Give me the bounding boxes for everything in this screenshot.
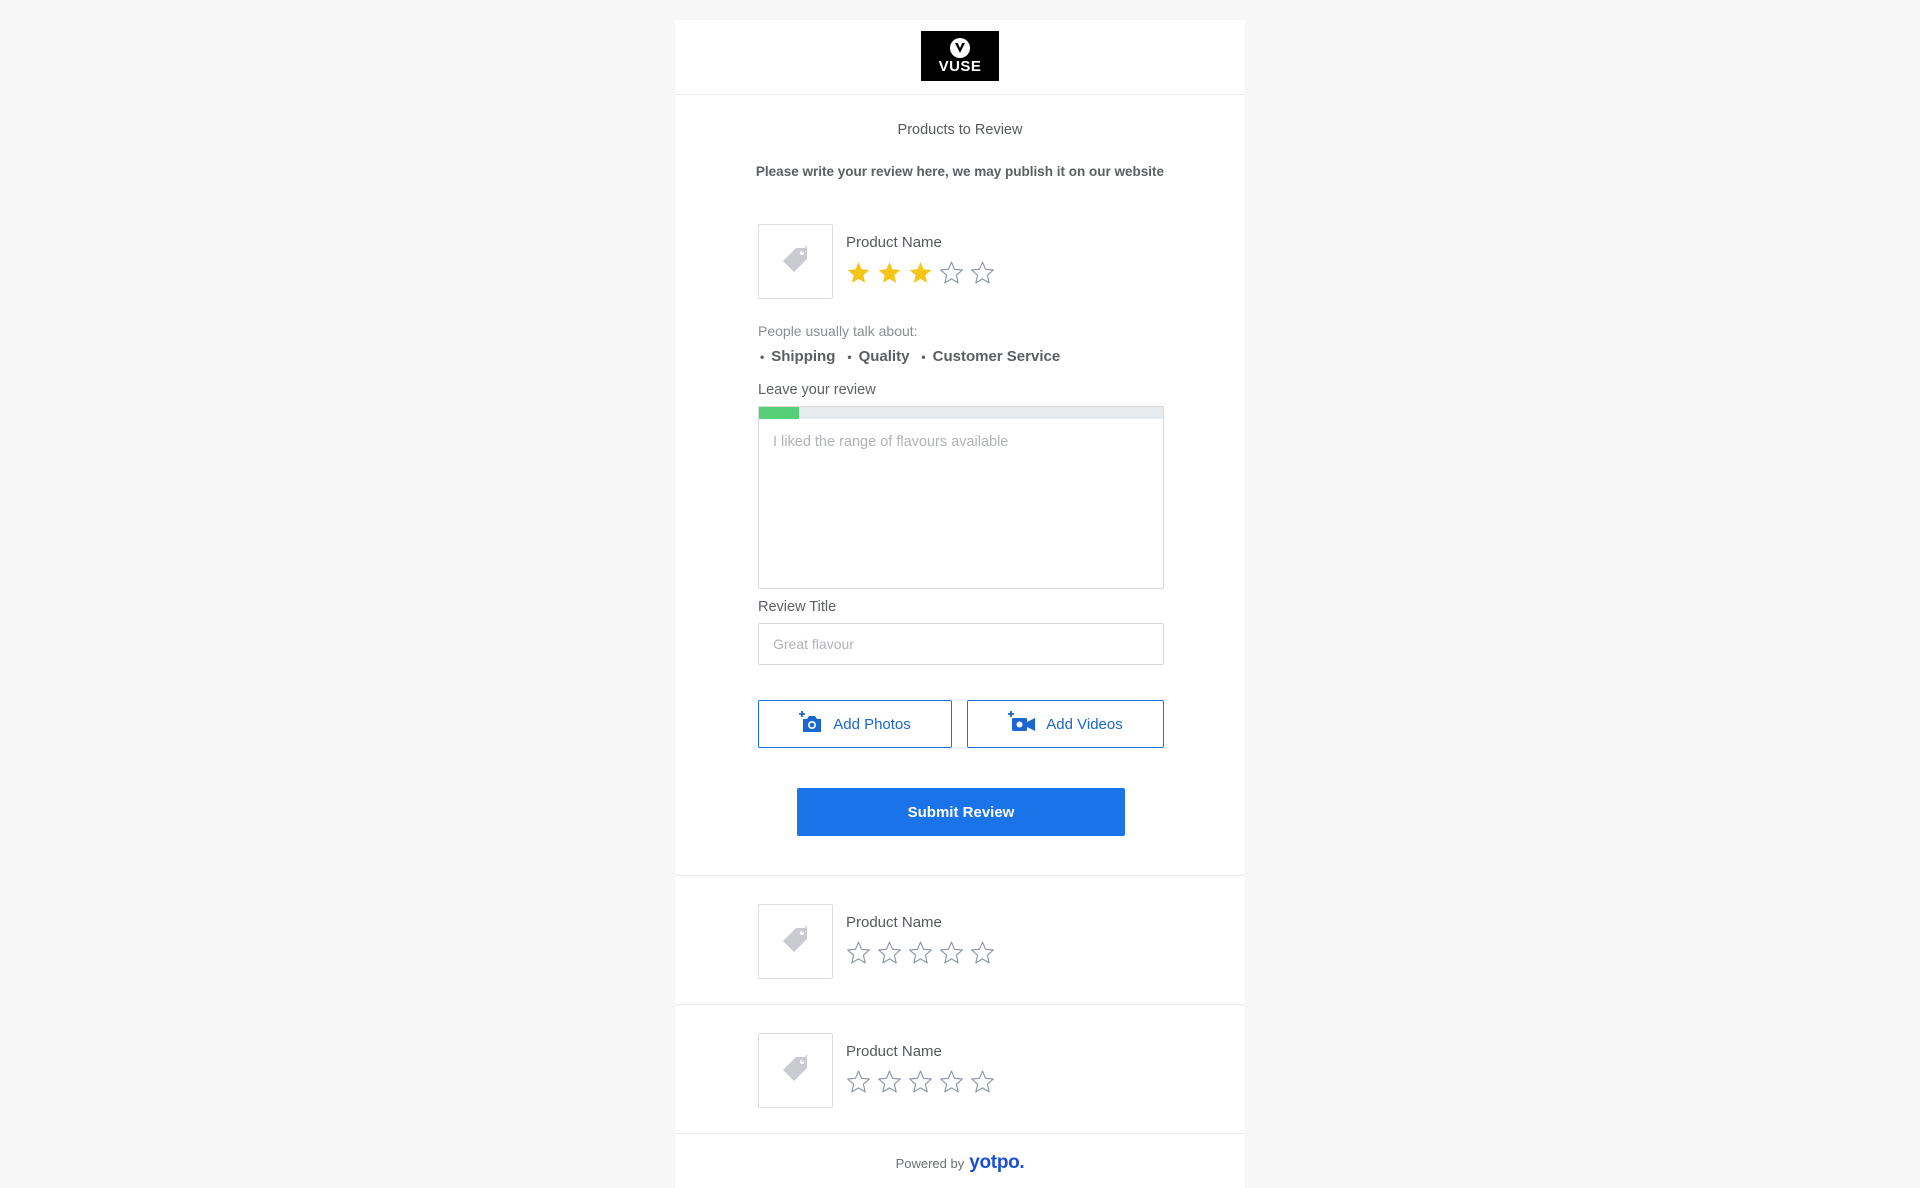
- yotpo-logo[interactable]: yotpo.: [969, 1152, 1025, 1174]
- product-item: Product Name: [758, 1033, 1001, 1108]
- vuse-logo-icon: [950, 37, 970, 58]
- star-empty-icon[interactable]: [877, 1067, 908, 1095]
- review-title-input[interactable]: [758, 623, 1164, 665]
- product-name: Product Name: [846, 914, 942, 931]
- star-rating[interactable]: [846, 258, 1001, 286]
- star-filled-icon[interactable]: [846, 258, 877, 286]
- footer: Powered by yotpo.: [675, 1152, 1245, 1174]
- star-rating[interactable]: [846, 1067, 1001, 1095]
- page-title: Products to Review: [897, 122, 1023, 138]
- add-videos-label: Add Videos: [1046, 715, 1123, 733]
- topic-list: • Shipping • Quality • Customer Service: [760, 348, 1072, 365]
- star-empty-icon[interactable]: [877, 938, 908, 966]
- product-item: Product Name: [758, 224, 1001, 299]
- topic-item: • Shipping: [760, 348, 836, 365]
- review-label: Leave your review: [758, 382, 876, 398]
- review-textarea[interactable]: I liked the range of flavours available: [758, 406, 1164, 589]
- divider: [675, 1004, 1245, 1005]
- star-empty-icon[interactable]: [970, 1067, 1001, 1095]
- review-length-meter: [759, 407, 1163, 419]
- powered-by-label: Powered by: [895, 1155, 965, 1171]
- star-rating[interactable]: [846, 938, 1001, 966]
- star-empty-icon[interactable]: [970, 258, 1001, 286]
- divider: [675, 875, 1245, 876]
- star-empty-icon[interactable]: [908, 1067, 939, 1095]
- topic-item: • Quality: [847, 348, 910, 365]
- product-thumbnail: [758, 1033, 833, 1108]
- star-empty-icon[interactable]: [939, 1067, 970, 1095]
- star-empty-icon[interactable]: [846, 938, 877, 966]
- tag-icon: [781, 244, 811, 279]
- star-empty-icon[interactable]: [846, 1067, 877, 1095]
- review-placeholder: I liked the range of flavours available: [773, 434, 1009, 450]
- video-plus-icon: [1008, 711, 1046, 737]
- star-filled-icon[interactable]: [908, 258, 939, 286]
- topic-label: Customer Service: [932, 348, 1061, 365]
- review-card: VUSE Products to Review Please write you…: [675, 20, 1245, 1188]
- star-empty-icon[interactable]: [908, 938, 939, 966]
- add-photos-button[interactable]: Add Photos: [758, 700, 952, 748]
- product-item: Product Name: [758, 904, 1001, 979]
- brand-logo-text: VUSE: [938, 57, 982, 75]
- tag-icon: [781, 924, 811, 959]
- star-empty-icon[interactable]: [970, 938, 1001, 966]
- review-title-label: Review Title: [758, 599, 837, 615]
- page-subtitle: Please write your review here, we may pu…: [755, 164, 1165, 179]
- product-name: Product Name: [846, 234, 942, 251]
- divider: [675, 1133, 1245, 1134]
- add-videos-button[interactable]: Add Videos: [967, 700, 1164, 748]
- topic-label: Shipping: [771, 348, 836, 365]
- camera-plus-icon: [799, 711, 833, 737]
- header: VUSE: [675, 20, 1245, 95]
- topic-label: Quality: [858, 348, 910, 365]
- add-photos-label: Add Photos: [833, 715, 911, 733]
- submit-review-button[interactable]: Submit Review: [797, 788, 1125, 836]
- star-empty-icon[interactable]: [939, 258, 970, 286]
- tag-icon: [781, 1053, 811, 1088]
- talk-about-label: People usually talk about:: [758, 323, 918, 339]
- review-length-meter-fill: [759, 407, 800, 419]
- star-empty-icon[interactable]: [939, 938, 970, 966]
- brand-logo: VUSE: [921, 31, 999, 81]
- topic-item: • Customer Service: [921, 348, 1061, 365]
- product-thumbnail: [758, 904, 833, 979]
- product-thumbnail: [758, 224, 833, 299]
- product-name: Product Name: [846, 1043, 942, 1060]
- star-filled-icon[interactable]: [877, 258, 908, 286]
